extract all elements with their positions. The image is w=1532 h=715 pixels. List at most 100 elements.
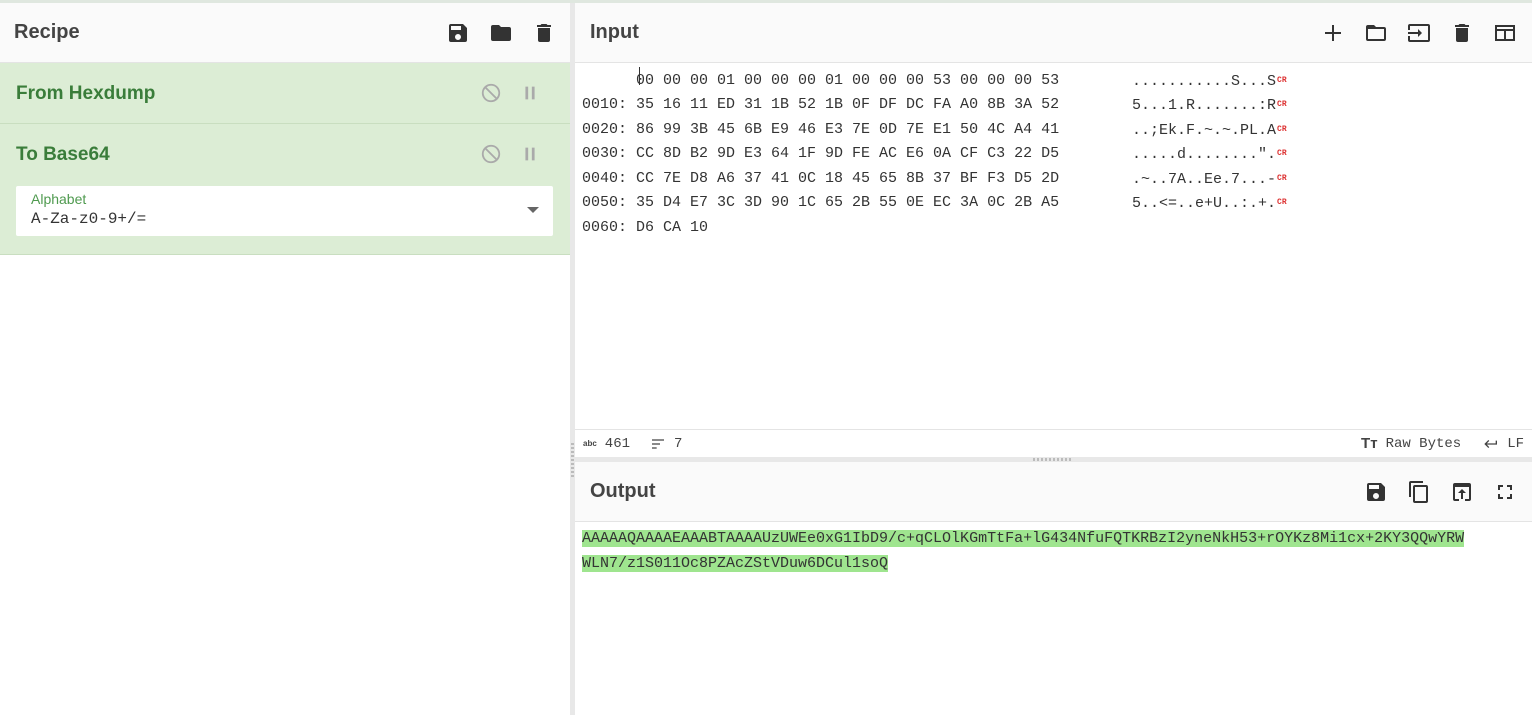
replace-input-button[interactable]: [1449, 479, 1474, 504]
pause-icon: [524, 86, 535, 99]
disable-icon: [481, 144, 500, 163]
encoding-value: Raw Bytes: [1385, 435, 1462, 452]
ascii-text: ..;Ek.F.~.~.PL.A: [1132, 121, 1277, 139]
plus-icon: [1324, 24, 1341, 41]
alphabet-select[interactable]: Alphabet A-Za-z0-9+/=: [16, 186, 553, 236]
lines-value: 7: [674, 435, 683, 452]
output-textarea[interactable]: AAAAAQAAAAEAAABTAAAAUzUWEe0xG1IbD9/c+qCL…: [575, 522, 1532, 580]
breakpoint-button[interactable]: [517, 141, 542, 166]
clear-recipe-button[interactable]: [531, 20, 556, 45]
lines-icon: [652, 438, 665, 449]
input-textarea[interactable]: 00 00 00 01 00 00 00 01 00 00 00 53 00 0…: [575, 63, 1532, 429]
operation-to-base64[interactable]: To Base64 Alphabet A-Za-z0-9+/=: [0, 124, 570, 255]
alphabet-label: Alphabet: [31, 191, 87, 207]
recipe-header: Recipe: [0, 3, 570, 63]
add-tab-button[interactable]: [1320, 20, 1345, 45]
cr-marker: CR: [1277, 174, 1287, 183]
ascii-line: .....d........".CR: [1132, 142, 1287, 166]
ascii-line: .~..7A..Ee.7...-CR: [1132, 167, 1287, 191]
reset-layout-button[interactable]: [1492, 20, 1517, 45]
output-line: AAAAAQAAAAEAAABTAAAAUzUWEe0xG1IbD9/c+qCL…: [582, 526, 1525, 551]
status-right: Tт Raw Bytes LF: [1361, 435, 1524, 452]
ascii-line: ..;Ek.F.~.~.PL.ACR: [1132, 118, 1287, 142]
save-icon: [1366, 482, 1385, 501]
hex-line: 00 00 00 01 00 00 00 01 00 00 00 53 00 0…: [582, 72, 1060, 89]
eol-value: LF: [1507, 435, 1524, 452]
encoding-selector[interactable]: Tт Raw Bytes: [1361, 435, 1461, 452]
open-in-icon: [1452, 482, 1471, 501]
grip-icon: [1033, 458, 1073, 461]
recipe-toolbar: [445, 20, 556, 45]
cr-marker: CR: [1277, 198, 1287, 207]
ascii-line: 5...1.R.......:RCR: [1132, 93, 1287, 117]
operation-from-hexdump[interactable]: From Hexdump: [0, 63, 570, 124]
maximize-output-button[interactable]: [1492, 479, 1517, 504]
input-toolbar: [1320, 20, 1517, 45]
horizontal-resize-handle[interactable]: [575, 457, 1532, 462]
open-folder-button[interactable]: [1363, 20, 1388, 45]
hex-line: 0050: 35 D4 E7 3C 3D 90 1C 65 2B 55 0E E…: [582, 194, 1060, 211]
input-title: Input: [590, 21, 639, 43]
cr-marker: CR: [1277, 149, 1287, 158]
output-text: WLN7/z1S011Oc8PZAcZStVDuw6DCul1soQ: [582, 555, 889, 572]
recipe-title: Recipe: [14, 21, 80, 43]
ascii-line: 5..<=..e+U..:.+.CR: [1132, 191, 1287, 215]
text-format-icon: Tт: [1361, 435, 1378, 452]
operation-title: To Base64: [16, 144, 110, 165]
disable-operation-button[interactable]: [478, 141, 503, 166]
cr-marker: CR: [1277, 125, 1287, 134]
output-toolbar: [1363, 479, 1517, 504]
input-file-icon: [1407, 23, 1430, 42]
ascii-text: ...........S...S: [1132, 72, 1277, 90]
trash-icon: [536, 23, 551, 42]
ascii-text: 5...1.R.......:R: [1132, 96, 1277, 114]
recipe-panel: Recipe From Hexdump To Base64 Alphabet A…: [0, 3, 570, 715]
open-file-button[interactable]: [1406, 20, 1431, 45]
hex-line: 0040: CC 7E D8 A6 37 41 0C 18 45 65 8B 3…: [582, 170, 1060, 187]
hex-line: 0010: 35 16 11 ED 31 1B 52 1B 0F DF DC F…: [582, 96, 1060, 113]
output-line: WLN7/z1S011Oc8PZAcZStVDuw6DCul1soQ: [582, 551, 1525, 576]
input-header: Input: [575, 3, 1532, 63]
dropdown-caret-icon: [527, 207, 539, 213]
abc-icon: abc: [583, 439, 597, 448]
alphabet-value: A-Za-z0-9+/=: [31, 210, 147, 228]
disable-operation-button[interactable]: [478, 80, 503, 105]
output-title: Output: [590, 480, 656, 502]
ascii-text: .~..7A..Ee.7...-: [1132, 170, 1277, 188]
folder-outline-icon: [1365, 24, 1386, 41]
pause-icon: [524, 147, 535, 160]
breakpoint-button[interactable]: [517, 80, 542, 105]
copy-icon: [1408, 480, 1428, 503]
eol-selector[interactable]: LF: [1483, 436, 1524, 452]
disable-icon: [481, 83, 500, 102]
length-value: 461: [604, 435, 631, 452]
fullscreen-icon: [1497, 484, 1512, 499]
layout-icon: [1494, 24, 1515, 41]
save-icon: [448, 23, 467, 42]
cr-marker: CR: [1277, 76, 1287, 85]
load-recipe-button[interactable]: [488, 20, 513, 45]
copy-output-button[interactable]: [1406, 479, 1431, 504]
ascii-text: .....d........".: [1132, 145, 1277, 163]
input-status-bar: abc 461 7 Tт Raw Bytes LF: [575, 429, 1532, 457]
hex-line: 0020: 86 99 3B 45 6B E9 46 E3 7E 0D 7E E…: [582, 121, 1060, 138]
output-header: Output: [575, 462, 1532, 522]
grip-icon: [571, 443, 574, 479]
ascii-text: 5..<=..e+U..:.+.: [1132, 194, 1277, 212]
ascii-line: ...........S...SCR: [1132, 69, 1287, 93]
length-stat: abc 461: [583, 436, 630, 452]
hex-line: 0030: CC 8D B2 9D E3 64 1F 9D FE AC E6 0…: [582, 145, 1060, 162]
operation-controls: [478, 141, 542, 166]
save-recipe-button[interactable]: [445, 20, 470, 45]
io-panel: Input 00 00 00 01 00 00 00 01 00 00 00 5…: [575, 3, 1532, 715]
clear-input-button[interactable]: [1449, 20, 1474, 45]
return-arrow-icon: [1484, 439, 1498, 448]
save-output-button[interactable]: [1363, 479, 1388, 504]
hex-line: 0060: D6 CA 10: [582, 219, 709, 236]
cr-marker: CR: [1277, 100, 1287, 109]
trash-icon: [1454, 23, 1469, 42]
operation-controls: [478, 80, 542, 105]
lines-stat: 7: [650, 436, 682, 452]
output-text: AAAAAQAAAAEAAABTAAAAUzUWEe0xG1IbD9/c+qCL…: [582, 530, 1465, 547]
operation-title: From Hexdump: [16, 83, 156, 104]
